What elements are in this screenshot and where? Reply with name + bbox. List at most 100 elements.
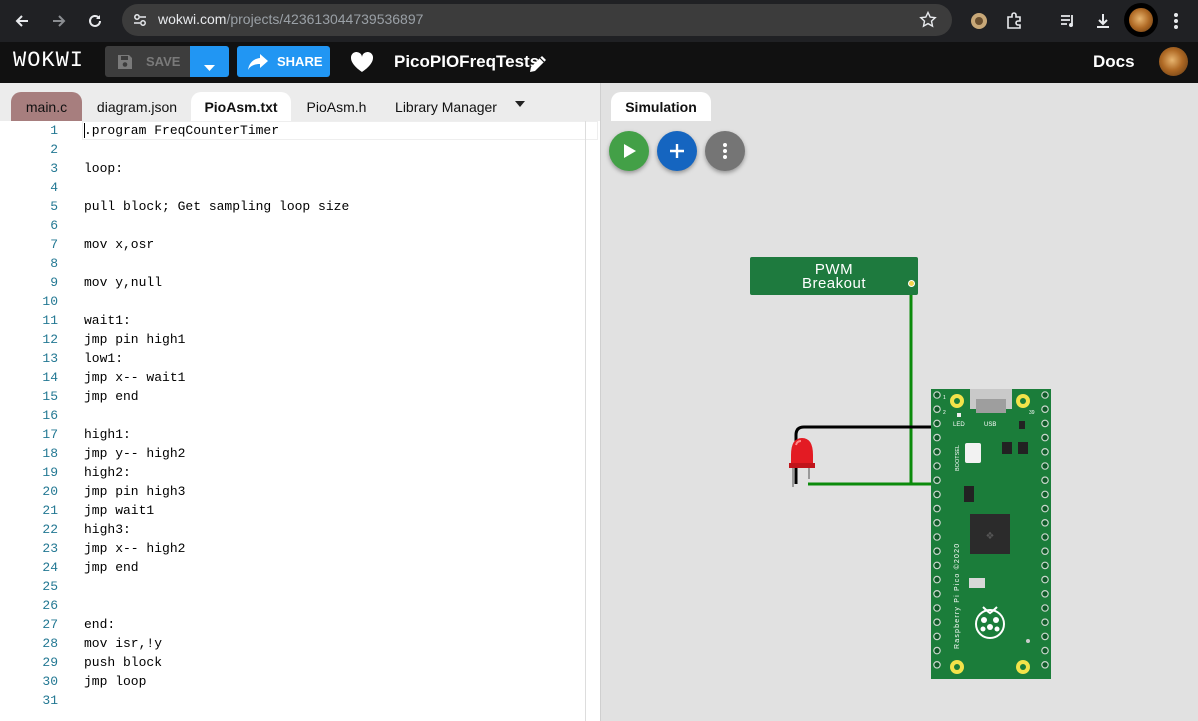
heart-icon[interactable]: [350, 51, 374, 78]
tab-pioasm-txt[interactable]: PioAsm.txt: [191, 92, 291, 121]
code-line[interactable]: 11 wait1:: [0, 311, 586, 330]
code-line[interactable]: 24 jmp end: [0, 558, 586, 577]
line-number: 15: [42, 389, 58, 404]
tab-pioasm-h[interactable]: PioAsm.h: [297, 92, 376, 121]
download-icon[interactable]: [1087, 5, 1119, 37]
simulation-pane: Simulation PWM Breakout 1 2 39 LED USB B…: [600, 83, 1198, 721]
code-text: jmp wait1: [84, 503, 155, 518]
code-line[interactable]: 5 pull block; Get sampling loop size: [0, 197, 586, 216]
tab-diagram-json[interactable]: diagram.json: [88, 92, 186, 121]
editor-scrollbar[interactable]: [585, 121, 586, 721]
code-line[interactable]: 10: [0, 292, 586, 311]
code-line[interactable]: 21 jmp wait1: [0, 501, 586, 520]
code-line[interactable]: 6: [0, 216, 586, 235]
pico-pin: [933, 419, 941, 428]
editor-tabs: main.c diagram.json PioAsm.txt PioAsm.h …: [0, 83, 600, 121]
pico-pin: [1041, 618, 1049, 627]
pwm-output-pin[interactable]: [908, 280, 915, 287]
line-number: 23: [42, 541, 58, 556]
code-line[interactable]: 23 jmp x-- high2: [0, 539, 586, 558]
pico-pin: [933, 476, 941, 485]
line-number: 12: [42, 332, 58, 347]
code-line[interactable]: 3 loop:: [0, 159, 586, 178]
code-line[interactable]: 29 push block: [0, 653, 586, 672]
project-name[interactable]: PicoPIOFreqTests: [394, 52, 539, 72]
code-line[interactable]: 31: [0, 691, 586, 710]
forward-arrow-icon[interactable]: [43, 5, 75, 37]
share-button[interactable]: SHARE: [237, 46, 330, 77]
save-options-dropdown[interactable]: [190, 46, 229, 77]
pico-pin: [1041, 462, 1049, 470]
code-line[interactable]: 16: [0, 406, 586, 425]
save-label: SAVE: [146, 54, 181, 69]
address-bar[interactable]: wokwi.com/projects/423613044739536897: [122, 4, 952, 36]
code-line[interactable]: 15 jmp end: [0, 387, 586, 406]
code-text: high3:: [84, 522, 131, 537]
line-number: 1: [50, 123, 58, 138]
line-number: 6: [50, 218, 58, 233]
line-number: 27: [42, 617, 58, 632]
code-line[interactable]: 20 jmp pin high3: [0, 482, 586, 501]
line-number: 26: [42, 598, 58, 613]
wokwi-logo[interactable]: WOKWI: [13, 48, 84, 73]
line-number: 14: [42, 370, 58, 385]
profile-avatar[interactable]: [1124, 3, 1158, 37]
code-line[interactable]: 28 mov isr,!y: [0, 634, 586, 653]
line-number: 20: [42, 484, 58, 499]
floppy-disk-icon: [116, 53, 134, 76]
line-number: 21: [42, 503, 58, 518]
line-number: 17: [42, 427, 58, 442]
chevron-down-icon: [204, 59, 215, 77]
code-area[interactable]: 1 .program FreqCounterTimer 2 3 loop: 4 5 pull …: [0, 121, 598, 721]
puzzle-icon[interactable]: [998, 5, 1030, 37]
site-info-icon[interactable]: [132, 12, 148, 33]
code-text: mov y,null: [84, 275, 163, 290]
media-queue-icon[interactable]: [1052, 5, 1084, 37]
pico-pin: [933, 391, 941, 399]
code-text: end:: [84, 617, 116, 632]
save-button[interactable]: SAVE: [105, 46, 190, 77]
code-line[interactable]: 27 end:: [0, 615, 586, 634]
code-line[interactable]: 19 high2:: [0, 463, 586, 482]
code-line[interactable]: 30 jmp loop: [0, 672, 586, 691]
red-led-part[interactable]: [787, 433, 817, 493]
code-line[interactable]: 9 mov y,null: [0, 273, 586, 292]
code-line[interactable]: 22 high3:: [0, 520, 586, 539]
back-arrow-icon[interactable]: [6, 5, 38, 37]
kebab-menu-icon[interactable]: [1160, 5, 1192, 37]
pencil-edit-icon[interactable]: [528, 54, 548, 79]
code-line[interactable]: 26: [0, 596, 586, 615]
code-line[interactable]: 13 low1:: [0, 349, 586, 368]
code-line[interactable]: 12 jmp pin high1: [0, 330, 586, 349]
line-number: 28: [42, 636, 58, 651]
reload-icon[interactable]: [79, 5, 111, 37]
code-line[interactable]: 18 jmp y-- high2: [0, 444, 586, 463]
extension-icon[interactable]: [963, 5, 995, 37]
code-line[interactable]: 14 jmp x-- wait1: [0, 368, 586, 387]
code-line[interactable]: 17 high1:: [0, 425, 586, 444]
tabs-menu-caret-icon[interactable]: [515, 101, 525, 107]
code-line[interactable]: 2: [0, 140, 586, 159]
user-avatar[interactable]: [1159, 47, 1188, 76]
code-line[interactable]: 4: [0, 178, 586, 197]
code-line[interactable]: 7 mov x,osr: [0, 235, 586, 254]
tab-main-c[interactable]: main.c: [11, 92, 82, 121]
pico-pin: [1041, 660, 1049, 669]
raspberry-pi-pico-board[interactable]: 1 2 39 LED USB BOOTSEL ❖ Raspberry Pi Pi…: [931, 389, 1053, 681]
pico-pin: [1041, 590, 1049, 598]
pwm-breakout-part[interactable]: PWM Breakout: [750, 257, 918, 295]
bookmark-star-icon[interactable]: [919, 10, 937, 34]
tab-library-manager[interactable]: Library Manager: [386, 92, 506, 121]
svg-text:❖: ❖: [986, 531, 995, 542]
docs-link[interactable]: Docs: [1093, 52, 1135, 72]
code-line[interactable]: 1 .program FreqCounterTimer: [0, 121, 598, 140]
pico-pin: [1041, 575, 1049, 584]
line-number: 5: [50, 199, 58, 214]
code-line[interactable]: 8: [0, 254, 586, 273]
line-number: 8: [50, 256, 58, 271]
pin-label-39: 39: [1029, 410, 1035, 416]
pico-pin: [1041, 405, 1049, 414]
led-cathode-wire[interactable]: [794, 425, 940, 484]
url-text: wokwi.com/projects/423613044739536897: [158, 11, 424, 27]
code-line[interactable]: 25: [0, 577, 586, 596]
